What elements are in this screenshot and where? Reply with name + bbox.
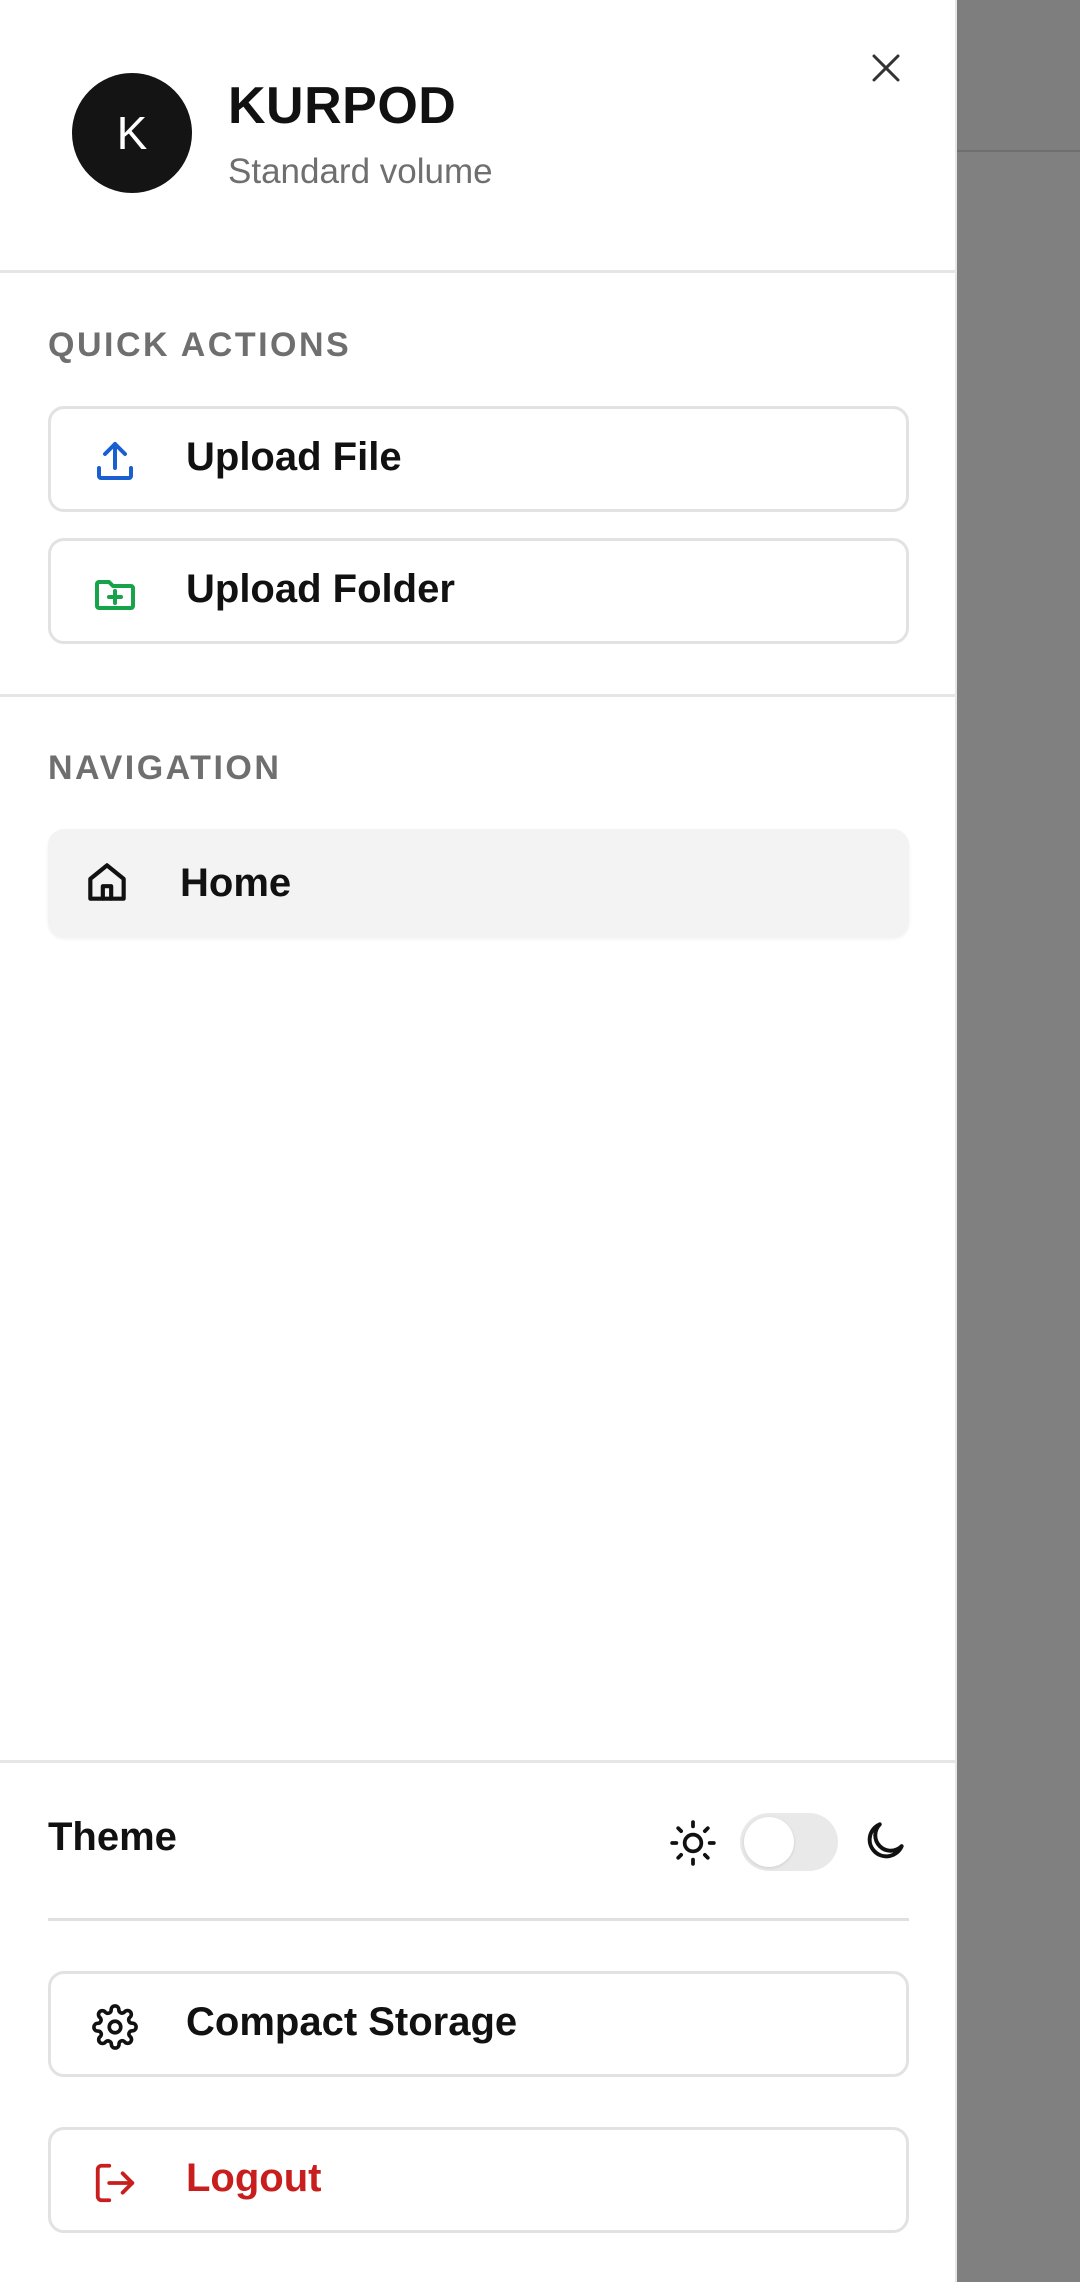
upload-icon: [89, 436, 141, 488]
navigation-heading: NAVIGATION: [48, 749, 282, 787]
gear-icon: [89, 2001, 141, 2053]
logout-button[interactable]: Logout: [48, 2127, 909, 2233]
upload-file-button[interactable]: Upload File: [48, 406, 909, 512]
folder-plus-icon: [89, 568, 141, 620]
upload-folder-label: Upload Folder: [186, 567, 455, 611]
compact-storage-label: Compact Storage: [186, 2000, 518, 2044]
upload-folder-button[interactable]: Upload Folder: [48, 538, 909, 644]
theme-label: Theme: [48, 1815, 177, 1859]
logout-icon: [89, 2157, 141, 2209]
sun-icon: [668, 1818, 718, 1868]
footer-divider: [0, 1760, 957, 1763]
home-icon: [82, 857, 134, 909]
underlying-app-header: [957, 0, 1080, 152]
logout-label: Logout: [186, 2156, 322, 2200]
toggle-knob: [744, 1817, 794, 1867]
avatar: K: [72, 73, 192, 193]
section-divider: [0, 694, 957, 697]
moon-icon: [860, 1816, 912, 1868]
close-button[interactable]: [858, 40, 914, 96]
quick-actions-heading: QUICK ACTIONS: [48, 326, 352, 364]
sidebar-drawer: K KURPOD Standard volume QUICK ACTIONS U…: [0, 0, 957, 2282]
nav-item-home[interactable]: Home: [48, 829, 909, 937]
volume-name: KURPOD: [228, 77, 457, 135]
theme-toggle[interactable]: [740, 1813, 838, 1871]
compact-storage-button[interactable]: Compact Storage: [48, 1971, 909, 2077]
theme-divider: [48, 1918, 909, 1921]
close-icon: [872, 54, 900, 82]
nav-item-label: Home: [180, 861, 292, 905]
upload-file-label: Upload File: [186, 435, 402, 479]
volume-type: Standard volume: [228, 152, 493, 191]
drawer-header: K KURPOD Standard volume: [0, 0, 957, 273]
